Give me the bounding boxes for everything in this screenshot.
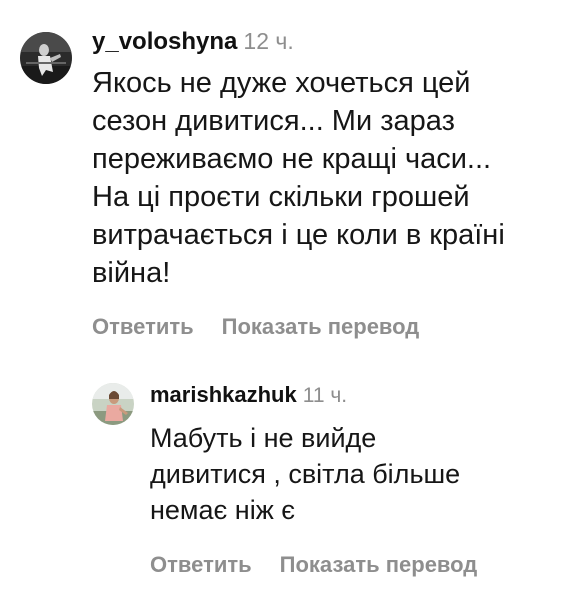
comment-text-line: дивитися , світла більше [150,459,461,489]
comment-text-line: На ці проєти скільки грошей [92,181,470,213]
timestamp: 12 ч. [243,28,294,54]
comment-body: y_voloshyna 12 ч. Якось не дуже хочеться … [92,26,560,340]
comment-text-line: Мабуть і не вийде [150,423,377,453]
show-translation-button[interactable]: Показать перевод [222,314,420,339]
user-avatar-image [92,383,134,425]
comment-text-line: витрачається і це коли в країні [92,219,505,251]
avatar[interactable] [92,383,134,425]
comment-actions: Ответить Показать перевод [150,552,562,578]
comment-text-line: немає ніж є [150,495,296,525]
show-translation-button[interactable]: Показать перевод [280,552,478,577]
username[interactable]: marishkazhuk [150,382,297,407]
comment-body: marishkazhuk 11 ч. Мабуть і не вийде диви… [150,380,562,578]
avatar[interactable] [20,32,72,84]
comment-text-line: сезон дивитися... Ми зараз [92,105,455,137]
timestamp: 11 ч. [302,384,348,407]
comment-header: y_voloshyna 12 ч. [92,26,560,56]
username[interactable]: y_voloshyna [92,28,237,55]
reply-button[interactable]: Ответить [150,552,252,577]
comment-actions: Ответить Показать перевод [92,314,560,340]
reply-button[interactable]: Ответить [92,314,194,339]
comment-text-line: переживаємо не кращі часи... [92,143,492,175]
comment-text: Якось не дуже хочеться цей сезон дивитис… [92,64,560,292]
comment-text-line: війна! [92,257,171,289]
comment-text: Мабуть і не вийде дивитися , світла біль… [150,420,562,528]
comment-text-line: Якось не дуже хочеться цей [92,67,471,99]
comment-header: marishkazhuk 11 ч. [150,380,562,410]
user-avatar-image [20,32,72,84]
